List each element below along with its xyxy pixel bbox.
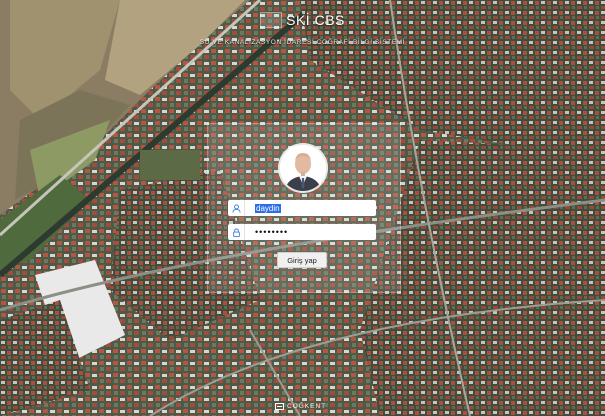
username-input[interactable]: daydin xyxy=(255,203,281,213)
vendor-name: COĞKENT xyxy=(287,403,327,410)
user-photo-icon xyxy=(280,145,326,191)
app-subtitle: SU VE KANALİZASYON İDARESİ COĞRAFİ BİLGİ… xyxy=(199,39,406,46)
vendor-logo-icon xyxy=(275,403,284,410)
lock-icon xyxy=(228,224,245,240)
password-input[interactable] xyxy=(255,227,365,237)
username-field[interactable]: daydin xyxy=(228,200,376,216)
vendor-footer: COĞKENT xyxy=(275,403,326,410)
login-button[interactable]: Giriş yap xyxy=(277,252,327,268)
brand-header: SKİ CBS SU VE KANALİZASYON İDARESİ COĞRA… xyxy=(0,12,605,46)
user-icon xyxy=(228,200,245,216)
app-title: SKİ CBS xyxy=(286,12,345,28)
user-avatar xyxy=(280,145,326,191)
brand-title-row: SKİ CBS xyxy=(260,12,345,28)
brand-logo-icon xyxy=(260,12,283,28)
password-field[interactable] xyxy=(228,224,376,240)
